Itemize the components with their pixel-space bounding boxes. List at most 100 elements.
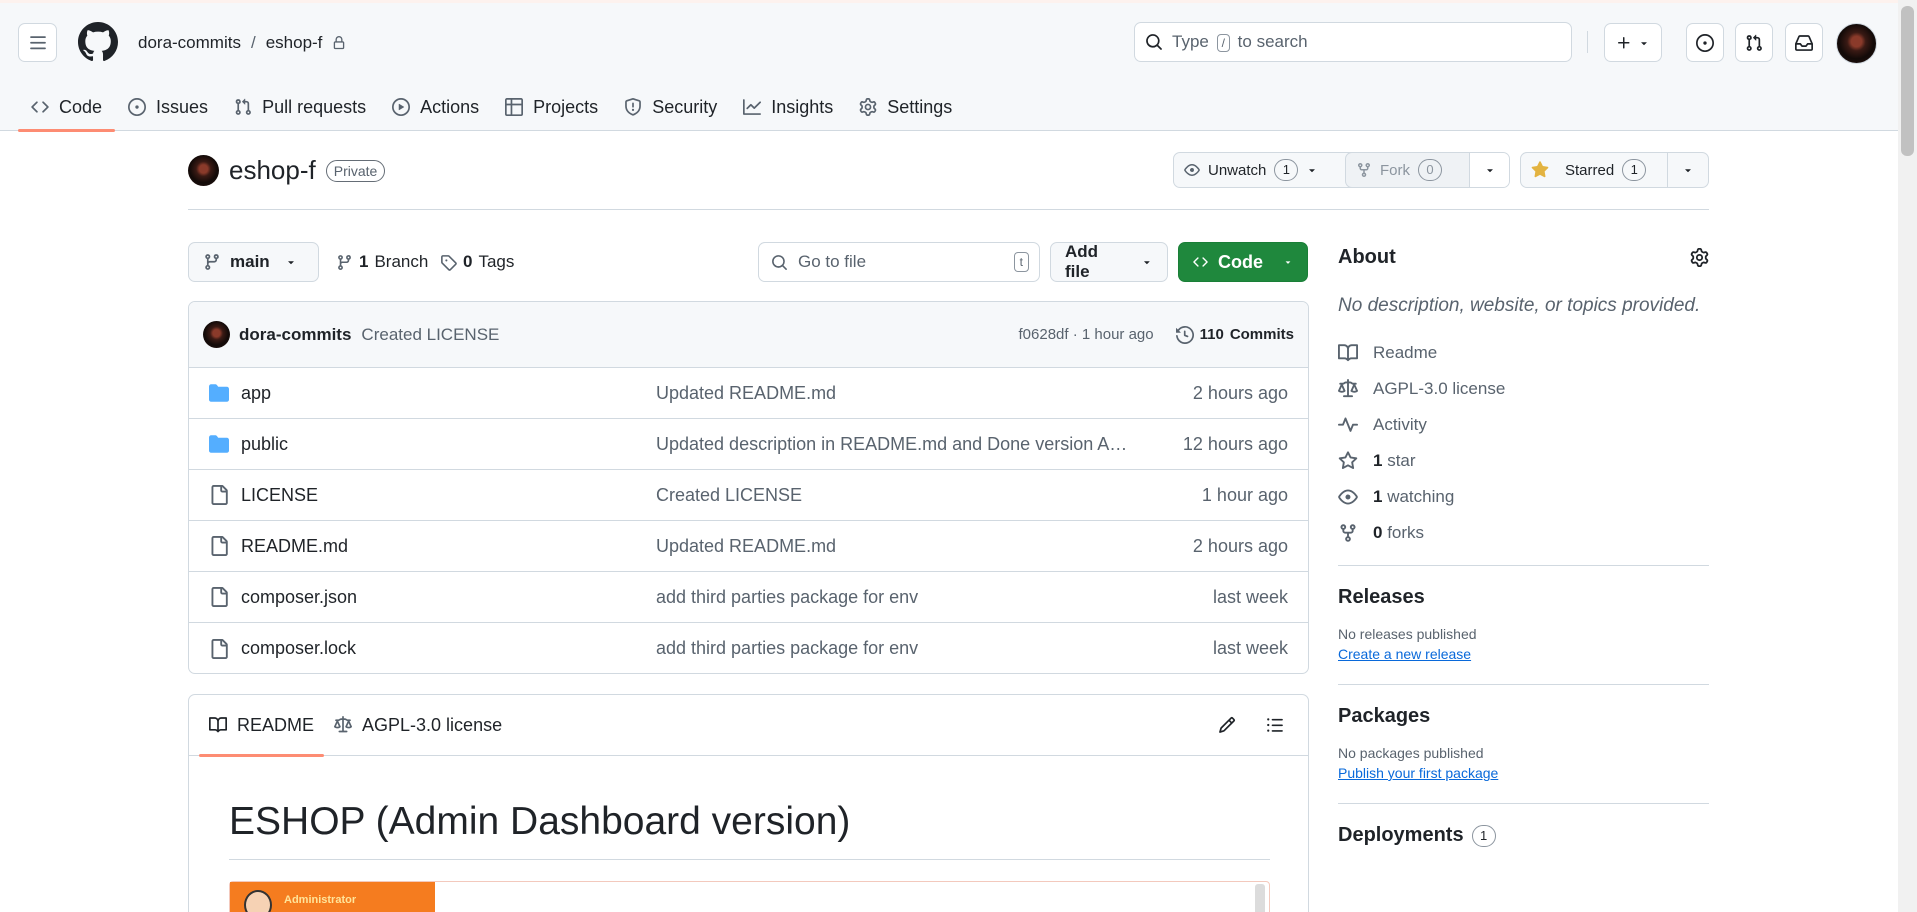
law-icon — [334, 716, 353, 733]
file-commit-message[interactable]: add third parties package for env — [656, 638, 1136, 659]
github-logo-icon[interactable] — [78, 22, 118, 62]
eye-icon — [1338, 489, 1358, 505]
watchers-link[interactable]: 1 watching — [1338, 479, 1709, 515]
table-row[interactable]: composer.lock add third parties package … — [189, 623, 1308, 673]
table-row[interactable]: public Updated description in README.md … — [189, 419, 1308, 470]
tab-code[interactable]: Code — [18, 83, 116, 132]
deployments-heading[interactable]: Deployments 1 — [1338, 824, 1709, 847]
user-avatar[interactable] — [1836, 23, 1877, 64]
table-row[interactable]: LICENSE Created LICENSE 1 hour ago — [189, 470, 1308, 521]
fork-label: Fork — [1380, 161, 1410, 179]
pull-requests-button[interactable] — [1735, 23, 1773, 62]
releases-title[interactable]: Releases — [1338, 586, 1709, 609]
file-commit-message[interactable]: Updated README.md — [656, 383, 1136, 404]
create-new-button[interactable] — [1604, 23, 1662, 62]
list-icon[interactable] — [1266, 716, 1284, 734]
file-commit-message[interactable]: Created LICENSE — [656, 485, 1136, 506]
gear-icon[interactable] — [1690, 248, 1709, 267]
tab-settings[interactable]: Settings — [846, 83, 965, 131]
code-button[interactable]: Code — [1178, 242, 1308, 282]
caret-down-icon — [1309, 169, 1316, 173]
pencil-icon[interactable] — [1218, 716, 1236, 734]
owner-avatar[interactable] — [188, 155, 219, 186]
commit-author-avatar[interactable] — [203, 321, 230, 348]
activity-link[interactable]: Activity — [1338, 407, 1709, 443]
tab-pull-requests[interactable]: Pull requests — [221, 83, 379, 131]
forks-label: forks — [1387, 523, 1425, 542]
inbox-button[interactable] — [1785, 23, 1823, 62]
code-icon — [1193, 257, 1208, 267]
tab-insights[interactable]: Insights — [730, 83, 846, 131]
go-to-file-input[interactable]: Go to file t — [758, 242, 1040, 282]
commit-message[interactable]: Created LICENSE — [361, 325, 499, 345]
book-icon — [1338, 344, 1358, 362]
file-commit-message[interactable]: add third parties package for env — [656, 587, 1136, 608]
breadcrumb: dora-commits / eshop-f — [138, 33, 346, 53]
file-name[interactable]: public — [241, 434, 656, 455]
tags-link[interactable]: 0 Tags — [440, 252, 514, 272]
menu-button[interactable] — [18, 23, 57, 62]
forks-link[interactable]: 0 forks — [1338, 515, 1709, 551]
table-row[interactable]: app Updated README.md 2 hours ago — [189, 368, 1308, 419]
license-link[interactable]: AGPL-3.0 license — [1338, 371, 1709, 407]
about-title: About — [1338, 246, 1396, 268]
readme-link[interactable]: Readme — [1338, 335, 1709, 371]
scrollbar-thumb[interactable] — [1901, 6, 1914, 156]
file-commit-message[interactable]: Updated README.md — [656, 536, 1136, 557]
watching-label: watching — [1387, 487, 1455, 506]
file-name[interactable]: composer.lock — [241, 638, 656, 659]
add-file-button[interactable]: Add file — [1050, 242, 1168, 282]
image-admin-label: Administrator — [284, 894, 357, 906]
tab-issues[interactable]: Issues — [115, 83, 221, 131]
fork-menu-button[interactable] — [1469, 153, 1509, 187]
star-list-menu-button[interactable] — [1667, 153, 1708, 187]
starred-label: Starred — [1565, 161, 1615, 179]
fork-icon — [1358, 163, 1370, 178]
packages-empty: No packages published — [1338, 745, 1484, 761]
breadcrumb-repo[interactable]: eshop-f — [266, 33, 323, 53]
tab-projects[interactable]: Projects — [492, 83, 611, 131]
tab-license[interactable]: AGPL-3.0 license — [324, 695, 512, 756]
breadcrumb-owner[interactable]: dora-commits — [138, 33, 241, 53]
tab-security[interactable]: Security — [611, 83, 730, 131]
branches-label: Branch — [374, 252, 429, 271]
commit-sha-time[interactable]: f0628df · 1 hour ago — [1019, 326, 1154, 343]
starred-button[interactable]: Starred 1 — [1521, 153, 1667, 187]
create-release-link[interactable]: Create a new release — [1338, 646, 1471, 662]
fork-button[interactable]: Fork 0 — [1346, 153, 1469, 187]
branch-select-button[interactable]: main — [188, 242, 319, 282]
page-scrollbar[interactable] — [1898, 0, 1917, 912]
branches-link[interactable]: 1 Branch — [336, 252, 428, 272]
commits-history-link[interactable]: 110 Commits — [1175, 325, 1294, 344]
commit-author[interactable]: dora-commits — [239, 325, 351, 345]
file-name[interactable]: composer.json — [241, 587, 656, 608]
stars-link[interactable]: 1 star — [1338, 443, 1709, 479]
table-row[interactable]: README.md Updated README.md 2 hours ago — [189, 521, 1308, 572]
repo-name[interactable]: eshop-f — [229, 155, 316, 186]
watching-count: 1 — [1373, 487, 1383, 506]
table-row[interactable]: composer.json add third parties package … — [189, 572, 1308, 623]
inbox-icon — [1795, 34, 1813, 51]
file-name[interactable]: LICENSE — [241, 485, 656, 506]
tags-count: 0 — [463, 252, 473, 271]
packages-title[interactable]: Packages — [1338, 705, 1709, 728]
code-icon — [31, 101, 49, 113]
publish-package-link[interactable]: Publish your first package — [1338, 765, 1498, 781]
global-search-input[interactable]: Type / to search — [1134, 22, 1572, 62]
file-name[interactable]: app — [241, 383, 656, 404]
file-time: 2 hours ago — [1192, 535, 1288, 556]
book-icon — [209, 717, 227, 733]
file-icon — [211, 638, 228, 659]
sidebar-divider — [1338, 803, 1709, 804]
file-time: last week — [1212, 638, 1288, 658]
issues-button[interactable] — [1686, 23, 1724, 62]
breadcrumb-separator: / — [250, 33, 256, 52]
repo-sidebar: About No description, website, or topics… — [1338, 246, 1709, 847]
watch-count: 1 — [1274, 159, 1299, 181]
tab-readme[interactable]: README — [199, 695, 325, 757]
tab-actions[interactable]: Actions — [379, 83, 492, 131]
file-name[interactable]: README.md — [241, 536, 656, 557]
file-commit-message[interactable]: Updated description in README.md and Don… — [656, 434, 1136, 455]
watch-button[interactable]: Unwatch 1 — [1173, 152, 1372, 188]
sidebar-divider — [1338, 565, 1709, 566]
